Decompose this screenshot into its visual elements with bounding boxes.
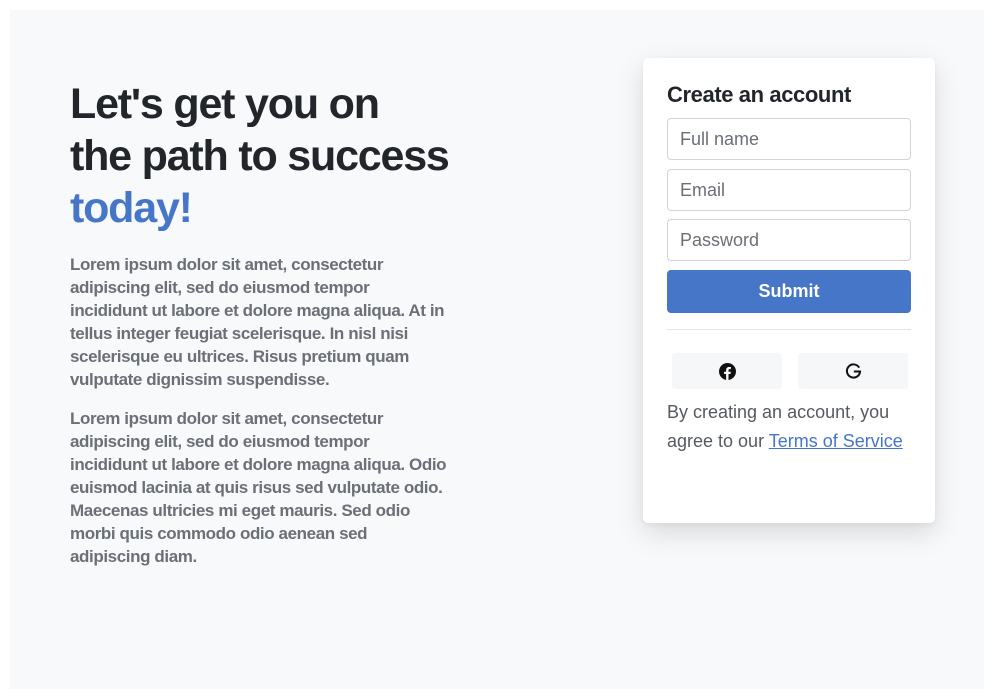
hero-section: Let's get you on the path to success tod… [70, 78, 450, 568]
google-icon [845, 362, 861, 379]
password-input[interactable] [667, 219, 911, 261]
hero-heading: Let's get you on the path to success tod… [70, 78, 450, 234]
hero-paragraph-2: Lorem ipsum dolor sit amet, consectetur … [70, 409, 447, 566]
submit-button[interactable]: Submit [667, 270, 911, 313]
full-name-input[interactable] [667, 118, 911, 160]
hero-heading-accent: today! [70, 184, 193, 232]
email-input[interactable] [667, 169, 911, 211]
hero-heading-main: Let's get you on the path to success [70, 80, 450, 180]
signup-title: Create an account [667, 82, 851, 107]
divider [667, 329, 911, 330]
page-background: Let's get you on the path to success tod… [10, 10, 984, 689]
google-login-button[interactable] [798, 353, 908, 389]
terms-text: By creating an account, you agree to our… [667, 398, 917, 456]
signup-card: Create an account Submit By creating an … [643, 58, 935, 523]
facebook-login-button[interactable] [672, 353, 782, 389]
terms-of-service-link[interactable]: Terms of Service [769, 431, 903, 451]
hero-paragraph-1: Lorem ipsum dolor sit amet, consectetur … [70, 255, 445, 389]
facebook-icon [718, 362, 736, 380]
